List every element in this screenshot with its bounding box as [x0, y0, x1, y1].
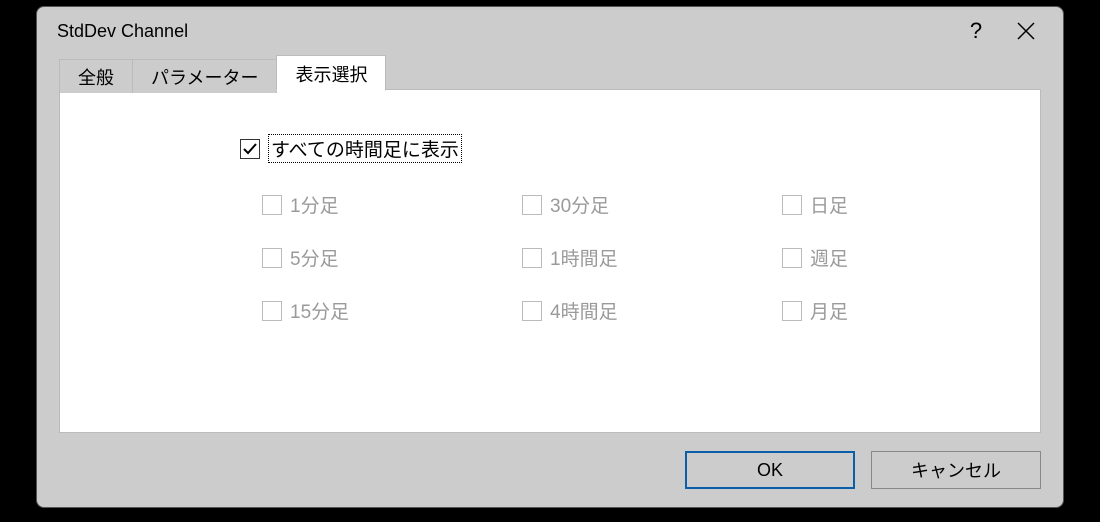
checkbox-mn1[interactable] — [782, 301, 802, 321]
close-button[interactable] — [1001, 11, 1051, 51]
timeframe-d1-row: 日足 — [782, 191, 982, 218]
master-checkbox-row: すべての時間足に表示 — [240, 134, 1040, 163]
label-w1: 週足 — [810, 244, 848, 271]
checkbox-h4[interactable] — [522, 301, 542, 321]
close-icon — [1017, 22, 1035, 40]
dialog-window: StdDev Channel ? 全般 パラメーター 表示選択 すべての時間足に… — [36, 6, 1064, 508]
cancel-button[interactable]: キャンセル — [871, 451, 1041, 489]
tab-display[interactable]: 表示選択 — [276, 55, 386, 91]
timeframe-m5-row: 5分足 — [262, 244, 522, 271]
ok-button[interactable]: OK — [685, 451, 855, 489]
label-m30: 30分足 — [550, 191, 609, 218]
label-d1: 日足 — [810, 191, 848, 218]
timeframe-grid: 1分足 30分足 日足 5分足 1時間足 — [240, 191, 1040, 324]
tab-bar: 全般 パラメーター 表示選択 — [59, 59, 385, 95]
label-h1: 1時間足 — [550, 244, 618, 271]
tab-parameters[interactable]: パラメーター — [132, 59, 277, 93]
timeframe-m30-row: 30分足 — [522, 191, 782, 218]
timeframe-w1-row: 週足 — [782, 244, 982, 271]
label-h4: 4時間足 — [550, 297, 618, 324]
checkbox-show-all-label: すべての時間足に表示 — [268, 134, 462, 163]
timeframe-mn1-row: 月足 — [782, 297, 982, 324]
timeframe-h1-row: 1時間足 — [522, 244, 782, 271]
checkbox-m30[interactable] — [522, 195, 542, 215]
display-panel: すべての時間足に表示 1分足 30分足 日足 5分足 — [60, 90, 1040, 324]
checkmark-icon — [243, 142, 257, 156]
checkbox-m1[interactable] — [262, 195, 282, 215]
help-button[interactable]: ? — [951, 11, 1001, 51]
tab-content: すべての時間足に表示 1分足 30分足 日足 5分足 — [59, 89, 1041, 433]
checkbox-m5[interactable] — [262, 248, 282, 268]
label-m5: 5分足 — [290, 244, 339, 271]
timeframe-m15-row: 15分足 — [262, 297, 522, 324]
checkbox-show-all[interactable] — [240, 139, 260, 159]
titlebar: StdDev Channel ? — [37, 7, 1063, 55]
timeframe-h4-row: 4時間足 — [522, 297, 782, 324]
tab-general[interactable]: 全般 — [59, 59, 133, 93]
checkbox-m15[interactable] — [262, 301, 282, 321]
label-m15: 15分足 — [290, 297, 349, 324]
dialog-title: StdDev Channel — [57, 21, 951, 42]
label-mn1: 月足 — [810, 297, 848, 324]
dialog-footer: OK キャンセル — [685, 451, 1041, 489]
timeframe-m1-row: 1分足 — [262, 191, 522, 218]
checkbox-h1[interactable] — [522, 248, 542, 268]
checkbox-d1[interactable] — [782, 195, 802, 215]
checkbox-w1[interactable] — [782, 248, 802, 268]
label-m1: 1分足 — [290, 191, 339, 218]
